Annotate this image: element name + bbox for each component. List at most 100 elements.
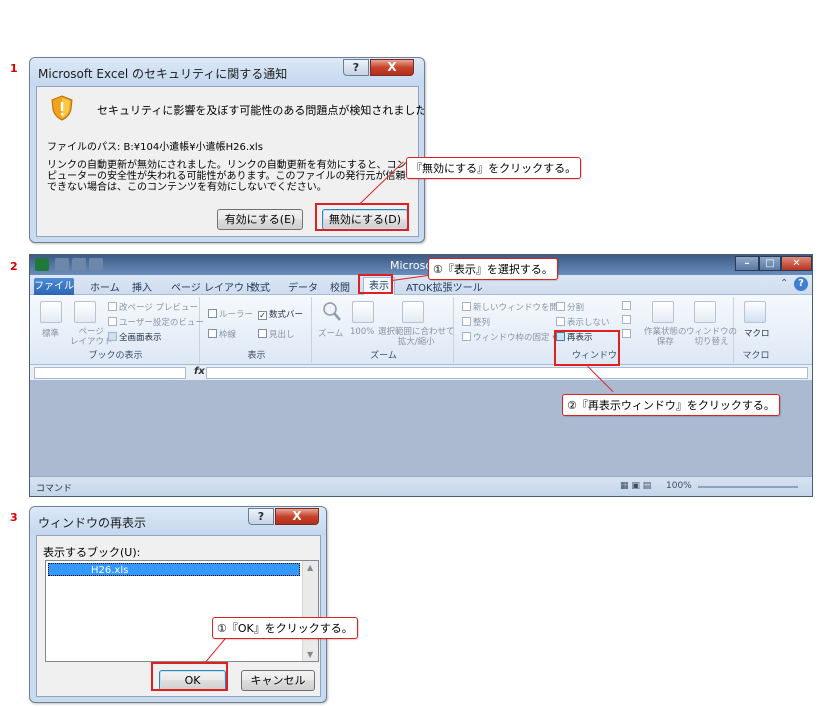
page-break-icon [108,302,117,311]
gridlines-checkbox[interactable]: 枠線 [208,328,236,340]
dialog-title-bar[interactable]: Microsoft Excel のセキュリティに関する通知 ? X [30,58,424,86]
workbook-list[interactable]: H26.xls ▲ ▼ [45,560,319,662]
page-break-preview-button[interactable]: 改ページ プレビュー [108,301,198,313]
ruler-checkbox[interactable]: ルーラー [208,308,253,320]
dialog3-title: ウィンドウの再表示 [38,516,147,530]
maximize-button[interactable]: □ [759,256,781,271]
zoom-button[interactable]: ズーム [318,327,343,339]
minimize-button[interactable]: – [735,256,759,271]
group-show-label: 表示 [247,351,266,361]
close-window-button[interactable]: ✕ [781,256,812,271]
new-window-button[interactable]: 新しいウィンドウを開く [462,301,567,313]
formula-input[interactable] [206,367,808,379]
split-icon [556,302,565,311]
close-button[interactable]: X [370,59,414,76]
tab-file[interactable]: ファイル [34,278,74,295]
zoom-100-icon [352,301,374,323]
group-macro: マクロ マクロ [736,297,776,363]
shield-warning-icon [51,95,73,121]
macro-button[interactable]: マクロ [744,327,770,339]
dialog3-close-button[interactable]: X [275,508,319,525]
highlight-view-tab [358,274,393,294]
custom-views-icon [108,317,117,326]
full-screen-icon [108,332,117,341]
tab-insert[interactable]: 挿入 [132,279,152,294]
tab-formulas[interactable]: 数式 [250,279,270,294]
save-workspace-icon [652,301,674,323]
help-button[interactable]: ? [343,59,369,76]
tab-review[interactable]: 校閲 [330,279,350,294]
zoom-100-button[interactable]: 100% [350,327,374,337]
group-zoom: ズーム 100% 選択範囲に合わせて 拡大/縮小 ズーム [314,297,455,363]
step-3-label: 3 [10,511,18,524]
callout-unhide: ②『再表示ウィンドウ』をクリックする。 [562,394,780,416]
switch-windows-button[interactable]: ウィンドウの 切り替え [686,327,737,347]
dialog3-title-bar[interactable]: ウィンドウの再表示 ? X [30,507,326,535]
help-icon[interactable]: ? [794,277,808,291]
group-show: ルーラー ✓ 数式バー 枠線 見出し 表示 [202,297,312,363]
save-icon[interactable] [55,258,69,271]
headings-checkbox[interactable]: 見出し [258,328,295,340]
warning-message: セキュリティに影響を及ぼす可能性のある問題点が検知されました。 [97,104,425,117]
step-1-label: 1 [10,62,18,75]
cancel-button[interactable]: キャンセル [241,670,315,691]
excel-title-bar[interactable]: Microsoft – □ ✕ [30,255,812,275]
hide-icon [556,317,565,326]
ribbon: 標準 ページ レイアウト 改ページ プレビュー ユーザー設定のビュー 全画面表示… [30,295,812,365]
name-box[interactable] [34,367,186,379]
switch-windows-icon [694,301,716,323]
excel-window: Microsoft – □ ✕ ファイル ホーム 挿入 ページ レイアウト 数式… [29,254,813,497]
enable-button[interactable]: 有効にする(E) [217,209,303,230]
highlight-ok-button [151,662,228,691]
callout-ok: ①『OK』をクリックする。 [212,617,358,639]
tab-home[interactable]: ホーム [90,279,120,294]
page-layout-icon [74,301,96,323]
dialog3-help-button[interactable]: ? [248,508,274,525]
zoom-selection-icon [402,301,424,323]
workbook-list-item[interactable]: H26.xls [48,563,300,576]
dialog-body-text: リンクの自動更新が無効にされました。リンクの自動更新を有効にすると、コンピュータ… [47,160,407,193]
fx-icon[interactable]: fx [194,366,205,377]
normal-view-icon [40,301,62,323]
scroll-down-icon[interactable]: ▼ [307,650,313,659]
save-workspace-button[interactable]: 作業状態の 保存 [644,327,687,347]
redo-icon[interactable] [89,258,103,271]
workbook-list-label: 表示するブック(U): [43,546,141,559]
freeze-panes-button[interactable]: ウィンドウ枠の固定 ▾ [462,331,556,343]
view-shortcut-icons[interactable]: ▦ ▣ ▤ [620,481,651,491]
zoom-slider[interactable] [698,486,798,488]
ribbon-minimize-icon[interactable]: ⌃ [780,278,788,289]
normal-view-button[interactable]: 標準 [42,327,59,339]
page-layout-button[interactable]: ページ レイアウト [70,327,113,347]
highlight-unhide-button [554,330,620,366]
status-bar: コマンド ▦ ▣ ▤ 100% [30,476,812,496]
scroll-up-icon[interactable]: ▲ [307,563,313,572]
group-book-view-label: ブックの表示 [88,351,143,361]
full-screen-button[interactable]: 全画面表示 [108,331,162,343]
highlight-disable-button [315,203,409,231]
list-scrollbar[interactable]: ▲ ▼ [302,561,318,661]
file-path-text: ファイルのパス: B:¥104小遣帳¥小遣帳H26.xls [47,142,263,153]
ribbon-tab-bar: ファイル ホーム 挿入 ページ レイアウト 数式 データ 校閲 表示 ATOK拡… [30,275,812,296]
tab-page-layout[interactable]: ページ レイアウト [171,279,254,294]
side-by-side-icons[interactable] [622,301,632,345]
excel-app-icon[interactable] [35,258,49,271]
formula-bar: fx [30,365,812,381]
zoom-to-selection-button[interactable]: 選択範囲に合わせて 拡大/縮小 [378,327,455,347]
step-2-label: 2 [10,260,18,273]
undo-icon[interactable] [72,258,86,271]
dialog-title: Microsoft Excel のセキュリティに関する通知 [38,67,288,81]
tab-atok[interactable]: ATOK拡張ツール [406,279,483,294]
tab-data[interactable]: データ [288,279,318,294]
custom-views-button[interactable]: ユーザー設定のビュー [108,316,204,328]
arrange-all-button[interactable]: 整列 [462,316,490,328]
status-mode: コマンド [36,484,73,494]
macro-icon [744,301,766,323]
group-zoom-label: ズーム [370,351,397,361]
split-button[interactable]: 分割 [556,301,584,313]
callout-view-tab: ①『表示』を選択する。 [428,258,558,280]
formula-bar-checkbox[interactable]: ✓ 数式バー [258,308,303,320]
zoom-icon [323,302,341,321]
zoom-level: 100% [666,481,692,491]
hide-button[interactable]: 表示しない [556,316,610,328]
